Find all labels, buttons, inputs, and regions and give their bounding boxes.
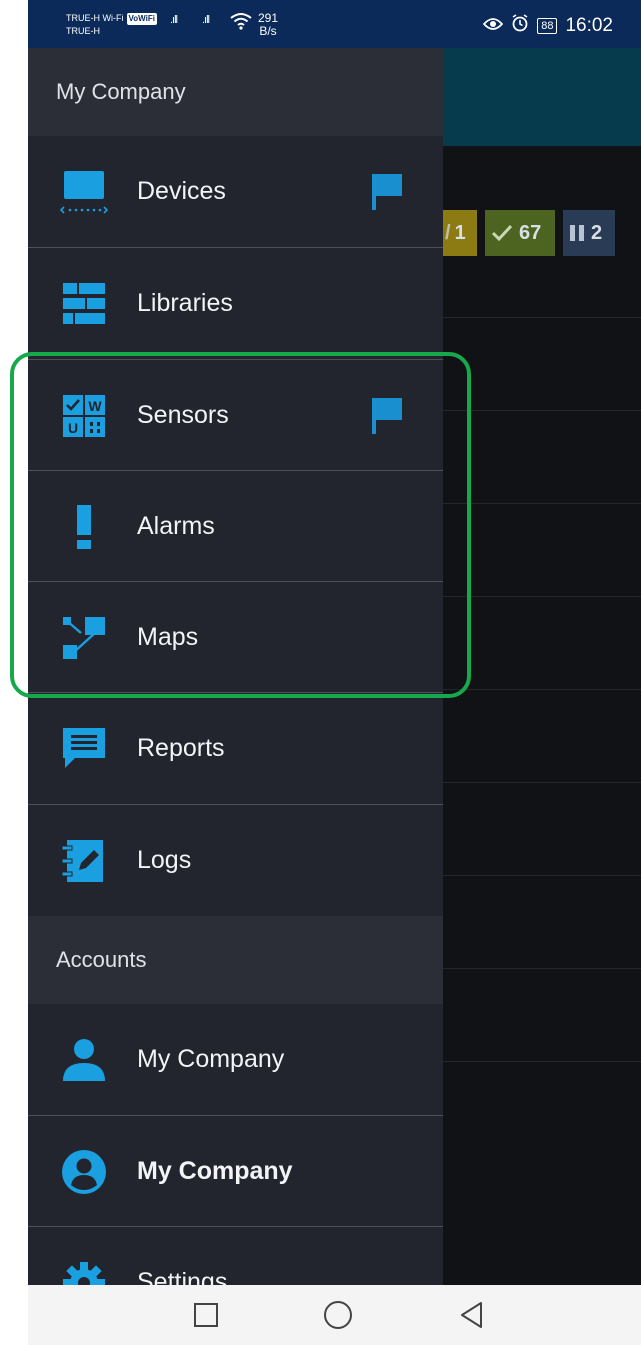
ok-count-badge: 67	[485, 210, 555, 256]
home-button[interactable]	[322, 1299, 354, 1331]
recent-apps-button[interactable]	[190, 1299, 222, 1331]
account-label: My Company	[137, 1045, 285, 1073]
carrier-info: TRUE-H Wi-Fi VoWiFi TRUE-H	[66, 12, 157, 37]
eye-icon	[482, 15, 504, 36]
signal-icon: .ıll	[170, 14, 178, 26]
list-divider	[443, 410, 641, 411]
carrier-line1: TRUE-H Wi-Fi	[66, 13, 124, 23]
battery-icon: 88	[537, 17, 558, 34]
person-circle-icon	[60, 1148, 108, 1196]
gear-icon	[60, 1259, 108, 1285]
back-button[interactable]	[456, 1299, 488, 1331]
list-divider	[443, 503, 641, 504]
log-edit-icon	[60, 837, 108, 885]
alarm-clock-icon	[511, 14, 529, 37]
list-divider	[443, 596, 641, 597]
status-bar: TRUE-H Wi-Fi VoWiFi TRUE-H .ıll .ıll 291 …	[28, 0, 641, 48]
network-speed: 291 B/s	[258, 12, 278, 38]
list-divider	[443, 689, 641, 690]
person-icon	[60, 1036, 108, 1084]
menu-item-label: Settings	[137, 1268, 228, 1285]
menu-item-label: Devices	[137, 177, 226, 205]
menu-item-label: Libraries	[137, 289, 233, 317]
list-divider	[443, 782, 641, 783]
account-item-active[interactable]: My Company	[28, 1116, 443, 1227]
carrier-line2: TRUE-H	[66, 26, 100, 36]
list-divider	[443, 317, 641, 318]
system-nav-bar	[28, 1285, 641, 1345]
accounts-section-header: Accounts	[28, 916, 443, 1004]
account-label: My Company	[137, 1157, 293, 1185]
signal-icon: .ıll	[202, 14, 210, 26]
list-divider	[443, 968, 641, 969]
flag-icon[interactable]	[370, 172, 404, 212]
menu-item-label: Reports	[137, 734, 225, 762]
chat-report-icon	[60, 725, 108, 773]
speed-unit: B/s	[259, 24, 277, 38]
menu-item-libraries[interactable]: Libraries	[28, 248, 443, 359]
menu-item-logs[interactable]: Logs	[28, 805, 443, 916]
wifi-icon	[230, 12, 252, 35]
account-item[interactable]: My Company	[28, 1004, 443, 1115]
paused-count-badge: 2	[563, 210, 615, 256]
libraries-icon	[60, 280, 108, 328]
menu-item-label: Logs	[137, 846, 192, 874]
clock-time: 16:02	[565, 14, 613, 36]
background-app: /1 67 2	[439, 48, 641, 1285]
menu-item-settings[interactable]: Settings	[28, 1227, 443, 1285]
list-divider	[443, 1061, 641, 1062]
monitor-icon	[60, 168, 108, 216]
vowifi-badge: VoWiFi	[126, 13, 157, 25]
warning-count-badge: /1	[439, 210, 477, 256]
status-badges: /1 67 2	[439, 210, 615, 256]
company-section-header: My Company	[28, 48, 443, 136]
highlight-box	[10, 352, 471, 698]
background-header	[443, 48, 641, 146]
list-divider	[443, 875, 641, 876]
menu-item-devices[interactable]: Devices	[28, 136, 443, 247]
menu-item-reports[interactable]: Reports	[28, 693, 443, 804]
